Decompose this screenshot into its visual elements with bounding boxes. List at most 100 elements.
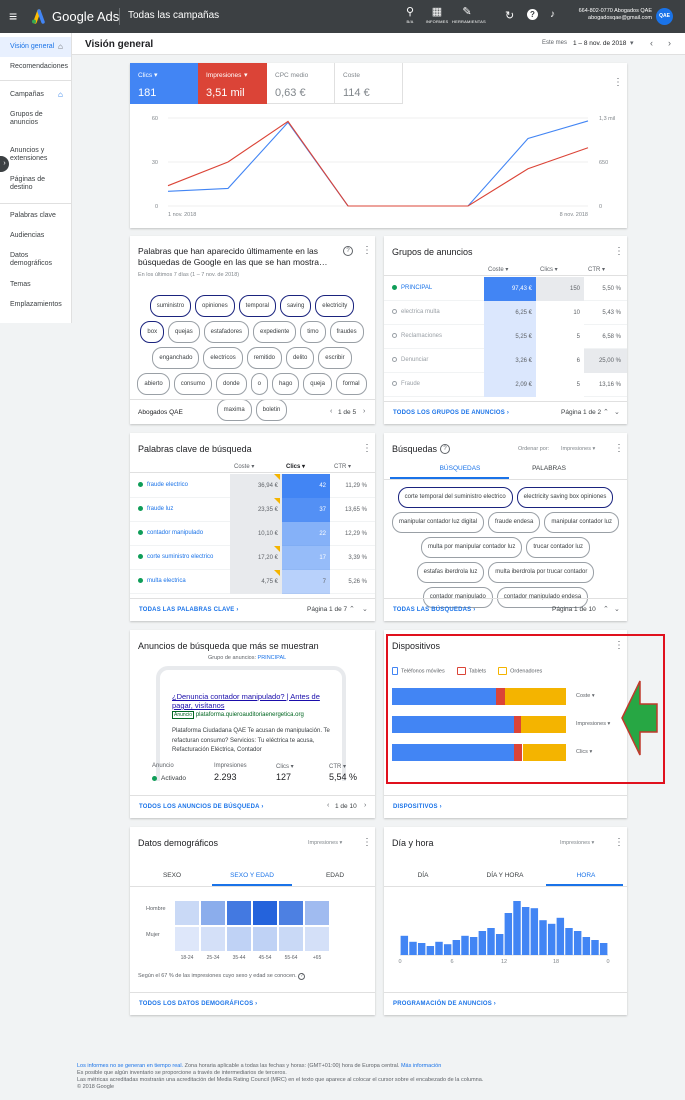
search-term-chip[interactable]: abierto	[137, 373, 170, 395]
column-header[interactable]: Clics ▾	[286, 463, 326, 470]
more-options-icon[interactable]: ⋮	[362, 838, 372, 848]
search-term-chip[interactable]: remitido	[246, 347, 283, 369]
search-query-chip[interactable]: trucar contador luz	[526, 537, 591, 558]
reports-icon[interactable]: ▦ INFORMES	[425, 6, 449, 24]
search-term-chip[interactable]: donde	[216, 373, 247, 395]
help-icon[interactable]: ?	[527, 9, 538, 20]
chevron-left-icon[interactable]: ‹	[330, 408, 332, 415]
chevron-left-icon[interactable]: ‹	[650, 38, 653, 48]
refresh-icon[interactable]: ↻	[505, 9, 514, 22]
row-name[interactable]: fraude luz	[138, 506, 173, 512]
tab-searches[interactable]: BÚSQUEDAS	[420, 465, 500, 472]
avatar[interactable]: QAE	[656, 8, 673, 25]
more-options-icon[interactable]: ⋮	[614, 838, 624, 848]
metric-dropdown[interactable]: Impresiones ▾	[560, 840, 594, 846]
chevron-right-icon[interactable]: ›	[668, 38, 671, 48]
ad-headline[interactable]: ¿Denuncia contador manipulado? | Antes d…	[172, 692, 332, 710]
tab-sex-age[interactable]: SEXO Y EDAD	[214, 872, 290, 879]
chevron-left-icon[interactable]: ‹	[327, 802, 329, 809]
table-row[interactable]: Reclamaciones 5,25 €5 6,58 %	[384, 325, 627, 349]
metric-dropdown[interactable]: Impresiones ▾	[308, 840, 342, 846]
sidebar-item-overview[interactable]: Visión general	[10, 43, 54, 51]
search-query-chip[interactable]: multa iberdrola por trucar contador	[488, 562, 595, 583]
table-row[interactable]: contador manipulado 10,10 €22 12,29 %	[130, 522, 375, 546]
devices-link[interactable]: DISPOSITIVOS ›	[393, 804, 442, 810]
chevron-up-icon[interactable]: ⌃	[349, 605, 355, 613]
row-name[interactable]: Fraude	[392, 381, 420, 387]
search-term-chip[interactable]: saving	[279, 295, 312, 317]
metric-tile-cpc[interactable]: CPC medio 0,63 €	[267, 63, 335, 104]
search-term-chip[interactable]: formal	[335, 373, 367, 395]
search-query-chip[interactable]: electricity saving box opiniones	[516, 487, 614, 508]
column-header[interactable]: Coste ▾	[488, 266, 532, 273]
search-term-chip[interactable]: maxima	[216, 399, 252, 421]
sidebar-item-topics[interactable]: Temas	[10, 281, 31, 289]
ad-schedule-link[interactable]: PROGRAMACIÓN DE ANUNCIOS ›	[393, 1001, 496, 1007]
tab-words[interactable]: PALABRAS	[514, 465, 584, 472]
search-term-chip[interactable]: opiniones	[195, 295, 235, 317]
metric-tile-clicks[interactable]: Clics ▾ 181	[130, 63, 198, 104]
table-row[interactable]: Fraude 2,09 €5 13,16 %	[384, 373, 627, 397]
chevron-down-icon[interactable]: ⌄	[614, 605, 620, 613]
table-row[interactable]: multa electrica 4,75 €7 5,26 %	[130, 570, 375, 594]
realtime-link[interactable]: Los informes no se generan en tiempo rea…	[77, 1063, 183, 1069]
search-icon[interactable]: ⚲ B/A	[400, 6, 420, 24]
search-term-chip[interactable]: o	[250, 373, 269, 395]
account-info[interactable]: 664-802-0770 Abogados QAE abogadosqae@gma…	[572, 8, 652, 22]
search-term-chip[interactable]: boletin	[255, 399, 288, 421]
menu-icon[interactable]: ≡	[9, 9, 17, 23]
column-header[interactable]: CTR ▾	[334, 463, 369, 470]
search-term-chip[interactable]: expediente	[252, 321, 297, 343]
search-term-chip[interactable]: quejas	[168, 321, 200, 343]
sidebar-item-campaigns[interactable]: Campañas	[10, 91, 44, 99]
all-ads-link[interactable]: TODOS LOS ANUNCIOS DE BÚSQUEDA ›	[139, 804, 264, 810]
all-keywords-link[interactable]: TODAS LAS PALABRAS CLAVE ›	[139, 607, 239, 613]
search-term-chip[interactable]: timo	[300, 321, 326, 343]
row-name[interactable]: corte suministro electrico	[138, 554, 213, 560]
search-term-chip[interactable]: box	[140, 321, 165, 343]
campaign-selector[interactable]: Todas las campañas	[128, 10, 219, 21]
chevron-right-icon[interactable]: ›	[363, 408, 365, 415]
ad-group-link[interactable]: PRINCIPAL	[258, 655, 287, 661]
row-name[interactable]: Denunciar	[392, 357, 428, 363]
table-row[interactable]: fraude luz 23,35 €37 13,65 %	[130, 498, 375, 522]
search-query-chip[interactable]: manipular contador luz digital	[391, 512, 485, 533]
table-row[interactable]: fraude electrico 36,94 €42 11,29 %	[130, 474, 375, 498]
sidebar-item-ad-groups[interactable]: Grupos de anuncios	[10, 111, 43, 127]
search-term-chip[interactable]: electricity	[315, 295, 355, 317]
row-name[interactable]: PRINCIPAL	[392, 285, 432, 291]
row-name[interactable]: fraude electrico	[138, 482, 188, 488]
search-term-chip[interactable]: suministro	[149, 295, 192, 317]
more-options-icon[interactable]: ⋮	[614, 247, 624, 257]
tools-icon[interactable]: ✎ HERRAMIENTAS	[452, 6, 486, 24]
more-info-link[interactable]: Más información	[401, 1063, 441, 1069]
notifications-icon[interactable]: ♪	[550, 9, 555, 20]
table-row[interactable]: corte suministro electrico 17,20 €17 3,39 …	[130, 546, 375, 570]
column-header[interactable]: Clics ▾	[276, 763, 294, 770]
search-query-chip[interactable]: multa por manipular contador luz	[420, 537, 523, 558]
search-query-chip[interactable]: corte temporal del suministro electrico	[397, 487, 513, 508]
search-term-chip[interactable]: enganchado	[152, 347, 200, 369]
metric-tile-cost[interactable]: Coste 114 €	[335, 63, 403, 104]
column-header[interactable]: Coste ▾	[234, 463, 278, 470]
row-name[interactable]: Reclamaciones	[392, 333, 442, 339]
row-name[interactable]: contador manipulado	[138, 530, 203, 536]
more-options-icon[interactable]: ⋮	[362, 246, 372, 256]
sidebar-item-landing-pages[interactable]: Páginas de destino	[10, 176, 45, 192]
chevron-up-icon[interactable]: ⌃	[603, 408, 609, 416]
help-icon[interactable]: ?	[440, 444, 450, 454]
sidebar-item-ads-extensions[interactable]: Anuncios y extensiones	[10, 147, 47, 163]
chevron-down-icon[interactable]: ⌄	[614, 408, 620, 416]
sort-dropdown[interactable]: Impresiones ▾	[561, 446, 595, 452]
sidebar-item-audiences[interactable]: Audiencias	[10, 232, 44, 240]
sidebar-item-demographics[interactable]: Datos demográficos	[10, 252, 52, 268]
column-header[interactable]: Clics ▾	[540, 266, 580, 273]
help-icon[interactable]: ?	[298, 973, 306, 980]
row-name[interactable]: electrica multa	[392, 309, 440, 315]
search-term-chip[interactable]: hago	[271, 373, 300, 395]
metric-tile-impressions[interactable]: Impresiones ▾ 3,51 mil	[198, 63, 267, 104]
search-term-chip[interactable]: electricos	[203, 347, 243, 369]
search-term-chip[interactable]: consumo	[173, 373, 213, 395]
date-range-selector[interactable]: 1 – 8 nov. de 2018	[573, 40, 626, 47]
all-ad-groups-link[interactable]: TODOS LOS GRUPOS DE ANUNCIOS ›	[393, 410, 509, 416]
